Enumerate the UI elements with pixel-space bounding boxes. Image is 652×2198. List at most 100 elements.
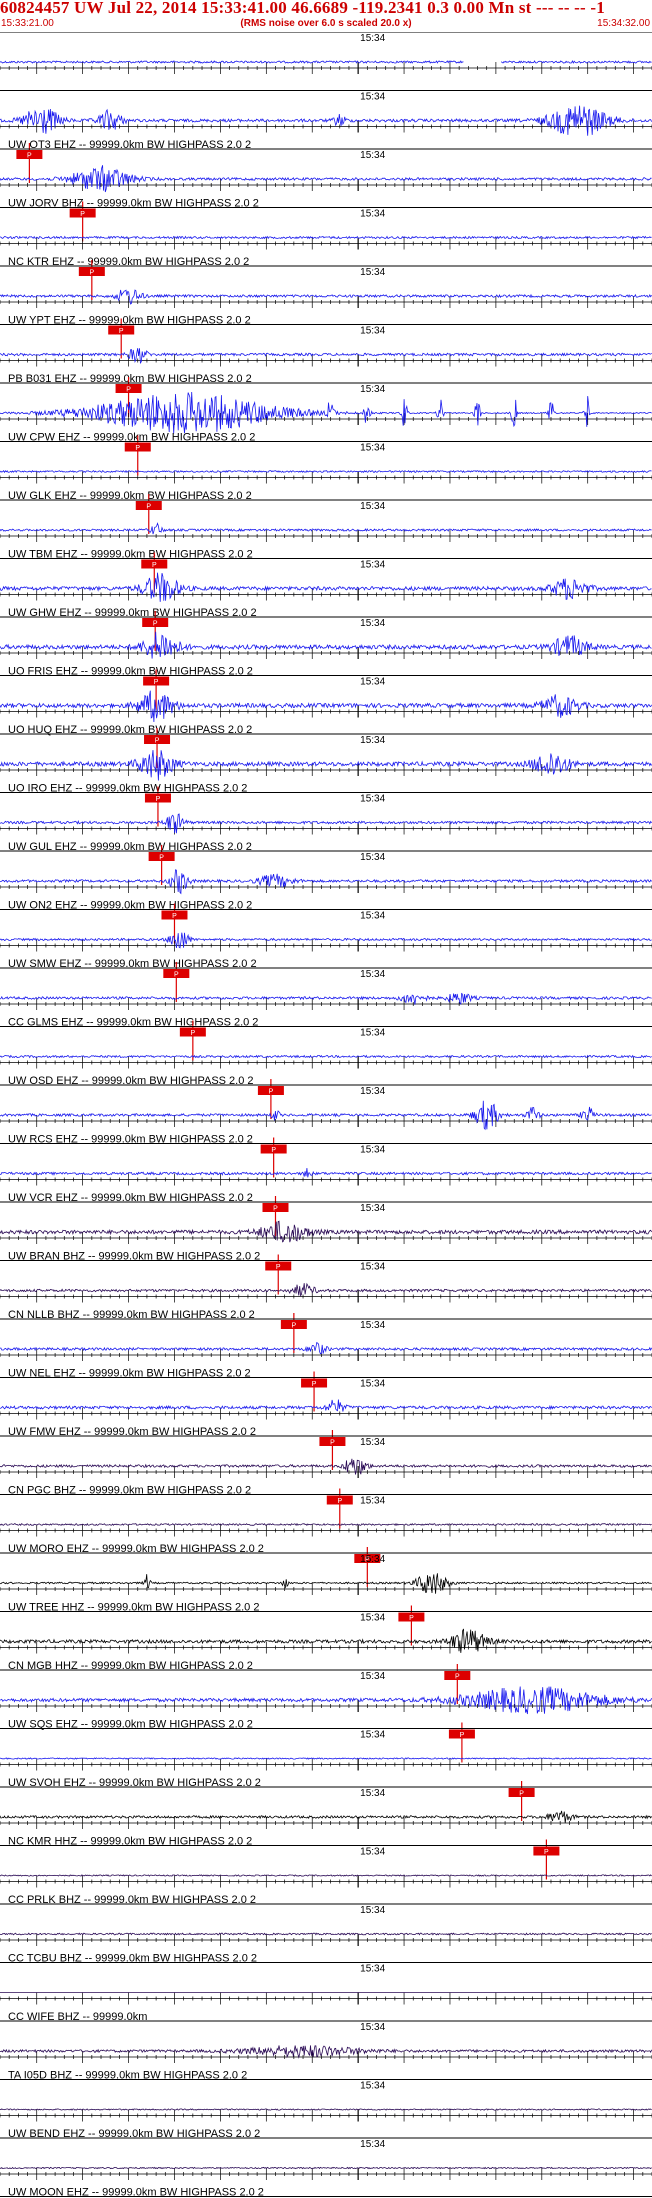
trace-row: 15:34UW TREE HHZ -- 99999.0km BW HIGHPAS… bbox=[0, 1552, 652, 1646]
minute-tick-label: 15:34 bbox=[360, 1847, 385, 1858]
trace-row: 15:34UW RCS EHZ -- 99999.0km BW HIGHPASS… bbox=[0, 1084, 652, 1178]
pick-label: P bbox=[89, 270, 94, 277]
trace-row: 15:34UW CPW EHZ -- 99999.0km BW HIGHPASS… bbox=[0, 382, 652, 476]
minute-tick-label: 15:34 bbox=[360, 1203, 385, 1214]
pick-label: P bbox=[191, 1030, 196, 1037]
trace-row: 15:34CC WIFE BHZ -- 99999.0km bbox=[0, 1962, 652, 2023]
pick-label: P bbox=[544, 1849, 549, 1856]
minute-tick-label: 15:34 bbox=[360, 326, 385, 337]
pick-label: P bbox=[409, 1615, 414, 1622]
minute-tick-label: 15:34 bbox=[360, 92, 385, 103]
minute-tick-label: 15:34 bbox=[360, 2081, 385, 2092]
pick-label: P bbox=[135, 445, 140, 452]
minute-tick-label: 15:34 bbox=[360, 1320, 385, 1331]
minute-tick-label: 15:34 bbox=[360, 1496, 385, 1507]
noise-note: (RMS noise over 6.0 s scaled 20.0 x) bbox=[240, 18, 412, 29]
minute-tick-label: 15:34 bbox=[360, 1613, 385, 1624]
pick-label: P bbox=[156, 796, 161, 803]
minute-tick-label: 15:34 bbox=[360, 384, 385, 395]
trace-row: 15:34UW GLK EHZ -- 99999.0km BW HIGHPASS… bbox=[0, 441, 652, 534]
waveform bbox=[0, 813, 652, 834]
trace-row: 15:34UW TBM EHZ -- 99999.0km BW HIGHPASS… bbox=[0, 499, 652, 593]
trace-row: 15:34UW SQS EHZ -- 99999.0km BW HIGHPASS… bbox=[0, 1669, 652, 1763]
waveform bbox=[0, 631, 652, 659]
waveform bbox=[0, 1282, 652, 1297]
trace-row: 15:34UO HUQ EHZ -- 99999.0km BW HIGHPASS… bbox=[0, 675, 652, 768]
trace-row: 15:34CC TCBU BHZ -- 99999.0km BW HIGHPAS… bbox=[0, 1903, 652, 1965]
minute-tick-label: 15:34 bbox=[360, 794, 385, 805]
minute-tick-label: 15:34 bbox=[360, 1788, 385, 1799]
trace-row: 15:34UW GUL EHZ -- 99999.0km BW HIGHPASS… bbox=[0, 792, 652, 885]
trace-row: 15:34UW YPT EHZ -- 99999.0km BW HIGHPASS… bbox=[0, 265, 652, 359]
trace-row: 15:34UW VCR EHZ -- 99999.0km BW HIGHPASS… bbox=[0, 1143, 652, 1236]
pick-label: P bbox=[292, 1323, 297, 1330]
minute-tick-label: 15:34 bbox=[360, 1262, 385, 1273]
pick-label: P bbox=[80, 211, 85, 218]
minute-tick-label: 15:34 bbox=[360, 852, 385, 863]
minute-tick-label: 15:34 bbox=[360, 618, 385, 629]
minute-tick-label: 15:34 bbox=[360, 1379, 385, 1390]
waveform bbox=[0, 1522, 652, 1527]
minute-tick-label: 15:34 bbox=[360, 1964, 385, 1975]
pick-label: P bbox=[337, 1498, 342, 1505]
waveform bbox=[0, 690, 652, 723]
pick-label: P bbox=[119, 328, 124, 335]
trace-row: 15:34PB B031 EHZ -- 99999.0km BW HIGHPAS… bbox=[0, 324, 652, 417]
waveform bbox=[0, 1167, 652, 1178]
record-header: 60824457 UW Jul 22, 2014 15:33:41.00 46.… bbox=[0, 0, 652, 32]
pick-label: P bbox=[126, 387, 131, 394]
waveform bbox=[0, 1757, 652, 1760]
waveform bbox=[0, 1054, 652, 1059]
minute-tick-label: 15:34 bbox=[360, 560, 385, 571]
minute-tick-label: 15:34 bbox=[360, 1145, 385, 1156]
waveform bbox=[0, 522, 652, 535]
waveform bbox=[0, 1810, 652, 1824]
waveform bbox=[0, 992, 652, 1005]
waveform bbox=[0, 1341, 652, 1355]
pick-label: P bbox=[330, 1440, 335, 1447]
pick-label: P bbox=[154, 679, 159, 686]
trace-row: 15:34CC GLMS EHZ -- 99999.0km BW HIGHPAS… bbox=[0, 967, 652, 1061]
waveform bbox=[0, 1220, 652, 1243]
minute-tick-label: 15:34 bbox=[360, 443, 385, 454]
minute-tick-label: 15:34 bbox=[360, 911, 385, 922]
pick-label: P bbox=[271, 1147, 276, 1154]
pick-label: P bbox=[455, 1674, 460, 1681]
trace-row: 15:34UO IRO EHZ -- 99999.0km BW HIGHPASS… bbox=[0, 733, 652, 827]
pick-label: P bbox=[146, 504, 151, 511]
trace-row: 15:34UO FRIS EHZ -- 99999.0km BW HIGHPAS… bbox=[0, 616, 652, 710]
trace-row: 15:34TA I05D BHZ -- 99999.0km BW HIGHPAS… bbox=[0, 2020, 652, 2082]
minute-tick-label: 15:34 bbox=[360, 1730, 385, 1741]
minute-tick-label: 15:34 bbox=[360, 33, 385, 44]
minute-tick-label: 15:34 bbox=[360, 2022, 385, 2033]
pick-label: P bbox=[153, 621, 158, 628]
waveform bbox=[0, 105, 652, 136]
minute-tick-label: 15:34 bbox=[360, 1086, 385, 1097]
pick-label: P bbox=[152, 562, 157, 569]
trace-row: 15:34UW BRAN BHZ -- 99999.0km BW HIGHPAS… bbox=[0, 1201, 652, 1295]
minute-tick-label: 15:34 bbox=[360, 969, 385, 980]
end-time-label: 15:34:32.00 bbox=[597, 18, 650, 29]
minute-tick-label: 15:34 bbox=[360, 1437, 385, 1448]
waveform bbox=[0, 2045, 652, 2059]
pick-label: P bbox=[155, 738, 160, 745]
waveform bbox=[0, 2108, 652, 2111]
waveform bbox=[0, 750, 652, 781]
trace-row: 15:34CN MGB HHZ -- 99999.0km BW HIGHPASS… bbox=[0, 1611, 652, 1704]
minute-tick-label: 15:34 bbox=[360, 1554, 385, 1565]
minute-tick-label: 15:34 bbox=[360, 1028, 385, 1039]
minute-tick-label: 15:34 bbox=[360, 267, 385, 278]
pick-label: P bbox=[519, 1791, 524, 1798]
waveform bbox=[0, 1100, 652, 1131]
pick-label: P bbox=[276, 1264, 281, 1271]
minute-tick-label: 15:34 bbox=[360, 501, 385, 512]
trace-row: 15:34NC KTR EHZ -- 99999.0km BW HIGHPASS… bbox=[0, 207, 652, 300]
trace-row: 15:34NC KMR HHZ -- 99999.0km BW HIGHPASS… bbox=[0, 1786, 652, 1880]
pick-label: P bbox=[269, 1089, 274, 1096]
trace-row: 15:34UW JORV BHZ -- 99999.0km BW HIGHPAS… bbox=[0, 148, 652, 242]
trace-row: 15:34UW MORO EHZ -- 99999.0km BW HIGHPAS… bbox=[0, 1494, 652, 1587]
minute-tick-label: 15:34 bbox=[360, 1671, 385, 1682]
waveform bbox=[0, 391, 652, 434]
trace-row: 15:34UW NEL EHZ -- 99999.0km BW HIGHPASS… bbox=[0, 1318, 652, 1412]
pick-label: P bbox=[174, 972, 179, 979]
